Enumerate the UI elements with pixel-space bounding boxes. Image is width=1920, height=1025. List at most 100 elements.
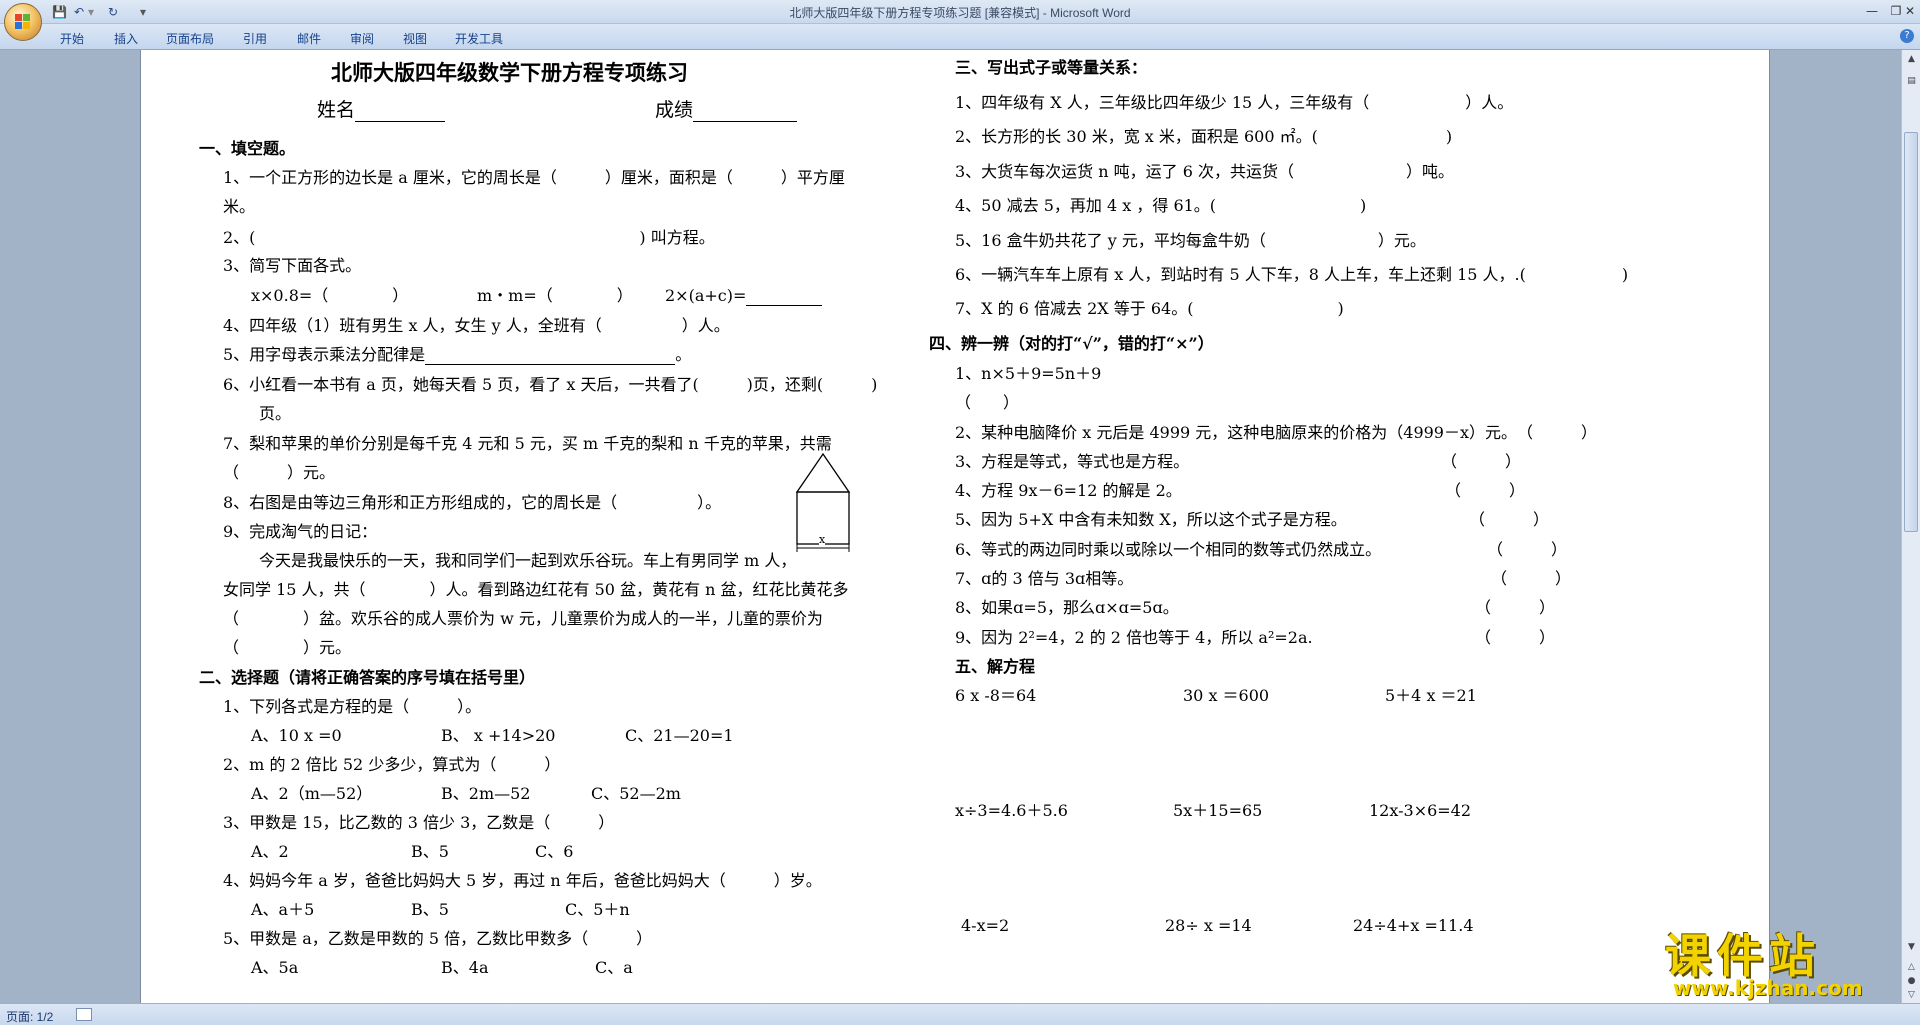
tab-review[interactable]: 审阅 <box>350 30 374 47</box>
s1-q7-cont: （ ）元。 <box>223 463 336 482</box>
s4-q4-bracket: （ ） <box>1445 481 1526 500</box>
tab-references[interactable]: 引用 <box>243 30 267 47</box>
title-bar: 💾 ↶ ▾ ↻ ▾ 北师大版四年级下册方程专项练习题 [兼容模式] - Micr… <box>0 0 1920 24</box>
s1-q9-line4: （ ）元。 <box>223 638 352 657</box>
s1-q5-text: 5、用字母表示乘法分配律是 <box>223 345 426 364</box>
tab-insert[interactable]: 插入 <box>114 30 138 47</box>
s2-q3: 3、甲数是 15，比乙数的 3 倍少 3，乙数是（ ） <box>223 813 615 832</box>
s2-q1-c: C、21—20=1 <box>625 726 734 745</box>
s2-q4-c: C、5＋n <box>565 900 630 919</box>
s1-q4: 4、四年级（1）班有男生 x 人，女生 y 人，全班有（ ）人。 <box>223 316 730 335</box>
equation-5: 5x＋15=65 <box>1173 801 1263 820</box>
tab-developer[interactable]: 开发工具 <box>455 30 503 47</box>
s3-q5: 5、16 盒牛奶共花了 y 元，平均每盒牛奶（ ）元。 <box>955 231 1426 250</box>
doc-title: 北师大版四年级数学下册方程专项练习 <box>331 60 688 85</box>
ruler-toggle-icon[interactable]: ▤ <box>1905 74 1918 88</box>
next-page-icon[interactable]: ▽ <box>1905 988 1918 1002</box>
minimize-icon[interactable]: — <box>1860 2 1884 20</box>
office-logo-icon <box>15 14 31 30</box>
score-blank[interactable] <box>693 106 798 122</box>
s4-q1-bracket: （ ） <box>955 393 1020 412</box>
s4-q9-bracket: （ ） <box>1475 628 1556 647</box>
tab-view[interactable]: 视图 <box>403 30 427 47</box>
office-button[interactable] <box>4 3 42 41</box>
s2-q3-c: C、6 <box>535 842 574 861</box>
tab-page-layout[interactable]: 页面布局 <box>166 30 214 47</box>
name-field: 姓名 <box>317 98 446 122</box>
s3-q4: 4、50 减去 5，再加 4 x ，得 61。( ) <box>955 196 1367 215</box>
section1-heading: 一、填空题。 <box>199 139 296 158</box>
scroll-down-icon[interactable]: ▼ <box>1905 940 1918 954</box>
s4-q3: 3、方程是等式，等式也是方程。 <box>955 452 1190 471</box>
s1-q5-blank[interactable] <box>425 349 676 365</box>
equation-1: 6 x -8＝64 <box>955 686 1037 705</box>
s3-q1: 1、四年级有 X 人，三年级比四年级少 15 人，三年级有（ ）人。 <box>955 93 1514 112</box>
s4-q7-bracket: （ ） <box>1491 569 1572 588</box>
s1-q1-cont: 米。 <box>223 197 256 216</box>
s1-q9-line3: （ ）盆。欢乐谷的成人票价为 w 元，儿童票价为成人的一半，儿童的票价为 <box>223 609 823 628</box>
s4-q9: 9、因为 2²=4，2 的 2 倍也等于 4，所以 a²=2a. <box>955 628 1313 647</box>
scroll-up-icon[interactable]: ▲ <box>1905 52 1918 66</box>
s2-q4-a: A、a＋5 <box>251 900 315 919</box>
select-browse-object-icon[interactable]: ● <box>1905 974 1918 988</box>
s2-q2-a: A、2（m—52） <box>251 784 373 803</box>
s4-q4: 4、方程 9x－6=12 的解是 2。 <box>955 481 1182 500</box>
s4-q7: 7、ɑ的 3 倍与 3ɑ相等。 <box>955 569 1134 588</box>
s4-q8-bracket: （ ） <box>1475 598 1556 617</box>
scrollbar-thumb[interactable] <box>1904 132 1918 532</box>
s2-q5-b: B、4a <box>441 958 489 977</box>
s1-q6: 6、小红看一本书有 a 页，她每天看 5 页，看了 x 天后，一共看了( )页，… <box>223 375 878 394</box>
s4-q6: 6、等式的两边同时乘以或除以一个相同的数等式仍然成立。 <box>955 540 1382 559</box>
s2-q5-a: A、5a <box>251 958 299 977</box>
s1-q9-line2: 女同学 15 人，共（ ）人。看到路边红花有 50 盆，黄花有 n 盆，红花比黄… <box>223 580 849 599</box>
status-bar: 页面: 1/2 <box>0 1003 1920 1025</box>
s1-q9-line1: 今天是我最快乐的一天，我和同学们一起到欢乐谷玩。车上有男同学 m 人， <box>259 551 797 570</box>
name-label: 姓名 <box>317 99 356 121</box>
figure-side-label: x <box>819 533 826 546</box>
s3-q2: 2、长方形的长 30 米，宽 x 米，面积是 600 ㎡。( ) <box>955 127 1453 146</box>
section2-heading: 二、选择题（请将正确答案的序号填在括号里） <box>199 668 536 687</box>
equation-2: 30 x ＝600 <box>1183 686 1270 705</box>
equation-8: 28÷ x =14 <box>1165 916 1252 935</box>
equation-7: 4-x=2 <box>961 916 1010 935</box>
s1-q5: 5、用字母表示乘法分配律是 。 <box>223 345 691 365</box>
s1-q1: 1、一个正方形的边长是 a 厘米，它的周长是（ ）厘米，面积是（ ）平方厘 <box>223 168 845 187</box>
tab-mailings[interactable]: 邮件 <box>297 30 321 47</box>
s2-q5: 5、甲数是 a，乙数是甲数的 5 倍，乙数比甲数多（ ） <box>223 929 653 948</box>
close-icon[interactable]: ✕ <box>1898 2 1920 20</box>
s2-q5-c: C、a <box>595 958 633 977</box>
name-blank[interactable] <box>355 106 446 122</box>
s4-q6-bracket: （ ） <box>1487 540 1568 559</box>
s1-q3b: m・m=（ ） <box>477 286 633 305</box>
s1-q9: 9、完成淘气的日记： <box>223 522 378 541</box>
vertical-scrollbar[interactable]: ▲ ▤ ▼ △ ● ▽ <box>1901 50 1920 1003</box>
tab-home[interactable]: 开始 <box>60 30 84 47</box>
s2-q2-c: C、52—2m <box>591 784 681 803</box>
equation-9: 24÷4+x =11.4 <box>1353 916 1474 935</box>
s4-q1: 1、n×5＋9=5n＋9 <box>955 364 1102 383</box>
window-title: 北师大版四年级下册方程专项练习题 [兼容模式] - Microsoft Word <box>789 6 1131 20</box>
s3-q3: 3、大货车每次运货 n 吨，运了 6 次，共运货（ ）吨。 <box>955 162 1455 181</box>
s4-q8: 8、如果ɑ=5，那么ɑ×ɑ=5ɑ。 <box>955 598 1179 617</box>
s1-q8: 8、右图是由等边三角形和正方形组成的，它的周长是（ ）。 <box>223 493 722 512</box>
page-indicator[interactable]: 页面: 1/2 <box>6 1008 53 1025</box>
s3-q7: 7、X 的 6 倍减去 2X 等于 64。( ) <box>955 299 1344 318</box>
s2-q1-a: A、10 x =0 <box>251 726 342 745</box>
s2-q1: 1、下列各式是方程的是（ ）。 <box>223 697 482 716</box>
watermark: 课件站 www.kjzhan.com <box>1665 920 1900 1000</box>
section5-heading: 五、解方程 <box>955 657 1036 676</box>
previous-page-icon[interactable]: △ <box>1905 960 1918 974</box>
document-page[interactable]: 北师大版四年级数学下册方程专项练习 姓名 成绩 一、填空题。 1、一个正方形的边… <box>140 50 1770 1003</box>
s1-q3c-blank[interactable] <box>746 290 823 306</box>
s2-q2: 2、m 的 2 倍比 52 少多少，算式为（ ） <box>223 755 561 774</box>
s1-q6-cont: 页。 <box>259 404 292 423</box>
help-icon[interactable]: ? <box>1900 29 1914 43</box>
proofing-status-icon[interactable] <box>76 1008 92 1021</box>
s2-q3-a: A、2 <box>251 842 289 861</box>
score-label: 成绩 <box>655 99 694 121</box>
s4-q3-bracket: （ ） <box>1441 452 1522 471</box>
s1-q5-end: 。 <box>675 345 692 364</box>
equation-6: 12x-3×6=42 <box>1369 801 1472 820</box>
s2-q1-b: B、 x +14>20 <box>441 726 556 745</box>
s1-q3c-text: 2×(a+c)= <box>665 286 747 305</box>
